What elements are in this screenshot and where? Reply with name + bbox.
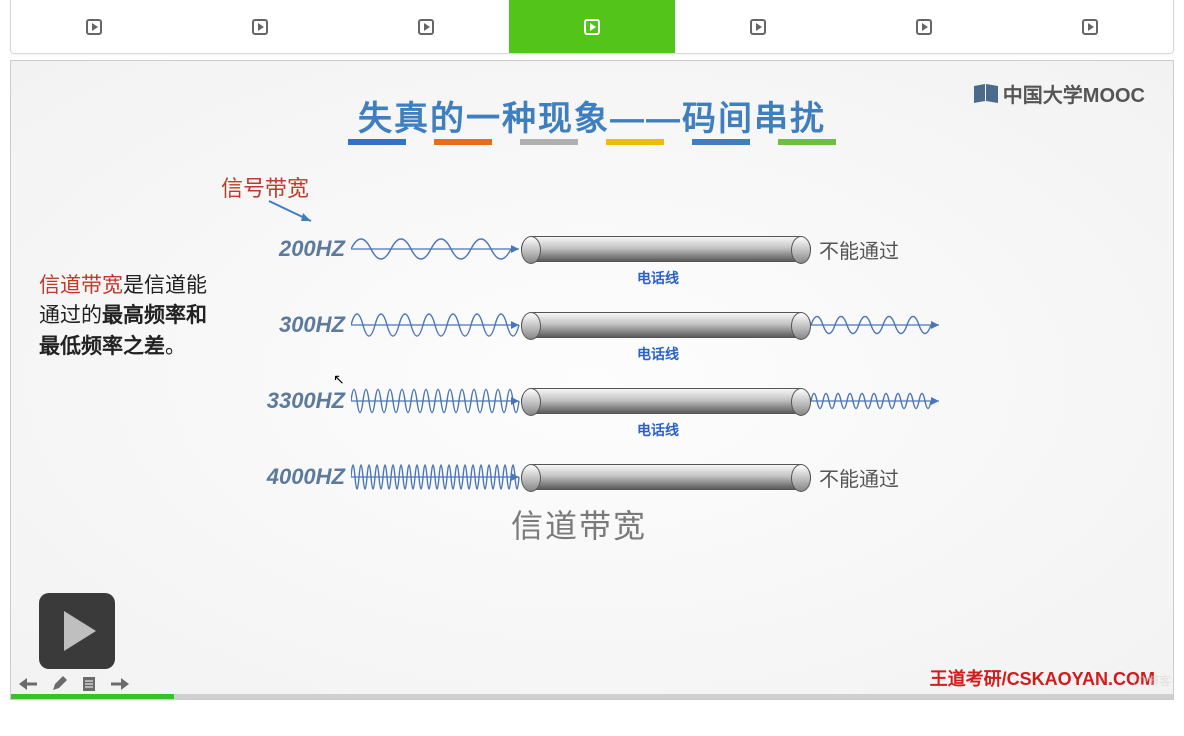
- edit-icon[interactable]: [49, 674, 69, 694]
- notes-icon[interactable]: [79, 674, 99, 694]
- play-icon: [418, 19, 434, 35]
- hz-label: 3300HZ: [251, 388, 351, 414]
- freq-row: 4000HZ 不能通过: [251, 439, 1073, 515]
- input-wave: [351, 300, 521, 350]
- out-text: 不能通过: [819, 235, 899, 264]
- pipe-label: 电话线: [637, 344, 679, 364]
- tab-strip: [10, 0, 1174, 54]
- frequency-rows: 200HZ 电话线 不能通过 300HZ 电话线 3300HZ 电话线 4000…: [251, 211, 1073, 515]
- input-wave: [351, 376, 521, 426]
- hz-label: 4000HZ: [251, 464, 351, 490]
- channel-bandwidth-definition: 信道带宽是信道能通过的最高频率和最低频率之差。: [39, 271, 219, 362]
- input-wave: [351, 224, 521, 274]
- hz-label: 200HZ: [251, 236, 351, 262]
- input-wave: [351, 452, 521, 502]
- slide: 中国大学MOOC 失真的一种现象——码间串扰 信号带宽 信道带宽是信道能通过的最…: [10, 60, 1174, 700]
- play-icon: [916, 19, 932, 35]
- color-bars: [11, 139, 1173, 145]
- tab-6[interactable]: [1007, 0, 1173, 53]
- freq-row: 300HZ 电话线: [251, 287, 1073, 363]
- play-icon: [252, 19, 268, 35]
- def-term: 信道带宽: [39, 274, 123, 297]
- slide-title: 失真的一种现象——码间串扰: [11, 91, 1173, 140]
- play-icon: [584, 19, 600, 35]
- phone-line: [521, 464, 811, 490]
- tab-2[interactable]: [343, 0, 509, 53]
- phone-line: [521, 236, 811, 262]
- tab-3[interactable]: [509, 0, 675, 53]
- pipe-label: 电话线: [637, 268, 679, 288]
- def-text2: 。: [165, 335, 186, 358]
- phone-line: [521, 388, 811, 414]
- prev-arrow-icon[interactable]: [19, 674, 39, 694]
- play-icon: [86, 19, 102, 35]
- freq-row: 200HZ 电话线 不能通过: [251, 211, 1073, 287]
- play-button[interactable]: [39, 593, 115, 669]
- out-text: 不能通过: [819, 463, 899, 492]
- output-wave: [811, 376, 941, 426]
- progress-fill: [11, 694, 174, 699]
- play-icon: [750, 19, 766, 35]
- diagram-caption: 信道带宽: [511, 501, 647, 547]
- tab-5[interactable]: [841, 0, 1007, 53]
- tab-4[interactable]: [675, 0, 841, 53]
- tab-0[interactable]: [11, 0, 177, 53]
- output-wave: [811, 300, 941, 350]
- next-arrow-icon[interactable]: [109, 674, 129, 694]
- phone-line: [521, 312, 811, 338]
- play-icon: [1082, 19, 1098, 35]
- play-icon: [64, 611, 96, 651]
- hz-label: 300HZ: [251, 312, 351, 338]
- pipe-label: 电话线: [637, 420, 679, 440]
- progress-bar[interactable]: [11, 694, 1173, 699]
- tab-1[interactable]: [177, 0, 343, 53]
- freq-row: 3300HZ 电话线: [251, 363, 1073, 439]
